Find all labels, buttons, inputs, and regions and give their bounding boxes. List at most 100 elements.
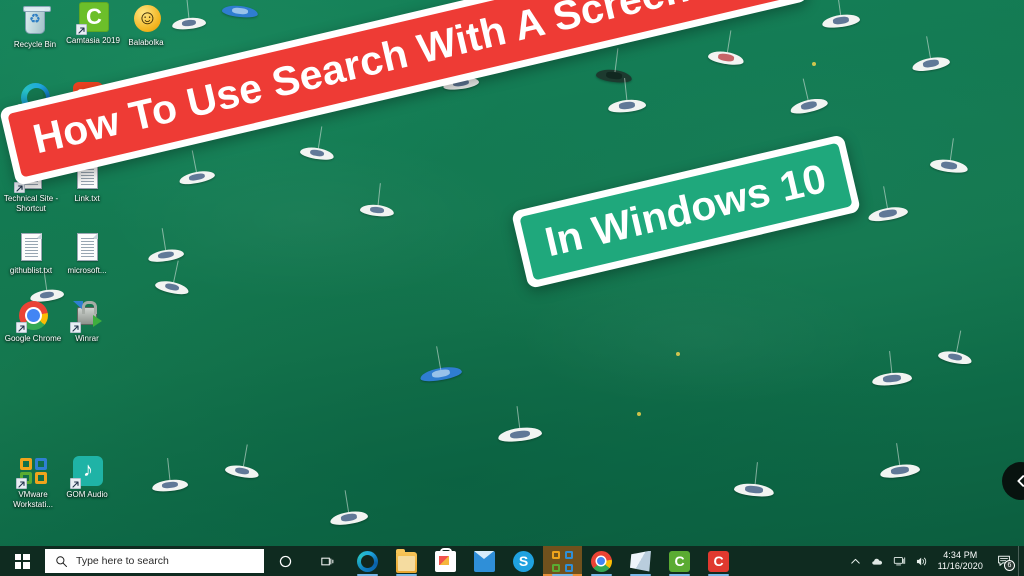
text-file-icon (15, 232, 47, 264)
mail-icon (474, 550, 495, 572)
desktop-icon-label: Winrar (75, 334, 99, 343)
tray-network-button[interactable] (889, 546, 911, 576)
cloud-icon (872, 558, 883, 565)
recycle-bin-icon (19, 6, 51, 38)
taskbar-app-vmware-workstation[interactable] (543, 546, 582, 576)
vmware-icon (16, 456, 49, 489)
wallpaper-boat (419, 346, 463, 384)
windows-logo-icon (14, 553, 30, 569)
system-tray: 4:34 PM 11/16/2020 6 (845, 546, 1024, 576)
wallpaper-buoy (637, 412, 641, 416)
tray-overflow-button[interactable] (845, 546, 867, 576)
taskbar-app-camtasia-recorder[interactable] (699, 546, 738, 576)
desktop-icon-vmware-workstation[interactable]: VMware Workstati... (2, 456, 64, 509)
wallpaper-boat (151, 458, 189, 493)
camtasia-green-icon (669, 550, 690, 572)
wallpaper-boat (329, 490, 369, 527)
wallpaper-boat (595, 48, 633, 85)
vmware-icon (552, 550, 573, 572)
cortana-circle-icon (279, 555, 291, 567)
skype-icon (513, 550, 534, 572)
shortcut-arrow-icon (16, 322, 27, 333)
clock-time: 4:34 PM (943, 550, 978, 560)
taskbar-app-skype[interactable] (504, 546, 543, 576)
desktop-icon-label: Technical Site - Shortcut (3, 194, 59, 213)
text-file-icon (71, 232, 103, 264)
taskbar-clock[interactable]: 4:34 PM 11/16/2020 (933, 550, 990, 572)
wallpaper-boat (224, 444, 260, 480)
windows-taskbar: Type here to search S C C 4:34 PM 11/16/… (0, 546, 1024, 576)
wallpaper-boat (299, 126, 335, 162)
desktop-icon-label: Link.txt (74, 194, 100, 203)
wallpaper-boat (147, 228, 185, 264)
search-icon (56, 555, 68, 567)
screen-root: Recycle Bin Camtasia 2019 Balabolka Micr… (0, 0, 1024, 576)
taskbar-app-mail[interactable] (465, 546, 504, 576)
desktop-icon-recycle-bin[interactable]: Recycle Bin (4, 6, 66, 50)
desktop-icon-label: Balabolka (128, 38, 164, 47)
taskbar-app-microsoft-store[interactable] (426, 546, 465, 576)
taskbar-app-snipping-tool[interactable] (621, 546, 660, 576)
show-desktop-button[interactable] (1018, 546, 1024, 576)
google-chrome-icon (16, 300, 49, 333)
taskbar-app-camtasia-studio[interactable] (660, 546, 699, 576)
wallpaper-boat (154, 260, 190, 297)
desktop-icon-label: GOM Audio (66, 490, 108, 499)
desktop-icon-githublist-txt[interactable]: githublist.txt (0, 232, 62, 276)
shortcut-arrow-icon (16, 478, 27, 489)
shortcut-arrow-icon (70, 322, 81, 333)
wallpaper-boat (497, 406, 543, 444)
gom-audio-icon (70, 456, 103, 489)
store-icon (435, 548, 456, 572)
desktop-icon-label: Google Chrome (4, 334, 62, 343)
taskbar-app-google-chrome[interactable] (582, 546, 621, 576)
search-input-placeholder: Type here to search (76, 555, 169, 567)
wallpaper-boat (929, 138, 969, 175)
task-view-icon (320, 557, 333, 565)
desktop-icon-microsoft-txt[interactable]: microsoft... (56, 232, 118, 276)
desktop-icon-google-chrome[interactable]: Google Chrome (2, 300, 64, 344)
shortcut-arrow-icon (70, 478, 81, 489)
camtasia-red-icon (708, 550, 729, 572)
cortana-button[interactable] (264, 546, 306, 576)
taskbar-app-microsoft-edge[interactable] (348, 546, 387, 576)
desktop-icon-winrar[interactable]: Winrar (56, 300, 118, 344)
notification-badge: 6 (1004, 560, 1015, 571)
winrar-icon (70, 300, 103, 333)
wallpaper-boat (871, 351, 913, 388)
balabolka-icon (130, 4, 162, 36)
wallpaper-boat (733, 462, 775, 499)
desktop-icon-label: VMware Workstati... (13, 490, 53, 509)
task-view-button[interactable] (306, 546, 348, 576)
wallpaper-boat (359, 183, 395, 218)
wallpaper-buoy (812, 62, 816, 66)
desktop-icon-label: microsoft... (67, 266, 107, 275)
speaker-icon (917, 557, 927, 565)
taskbar-search-box[interactable]: Type here to search (45, 549, 264, 573)
chevron-left-icon (1017, 475, 1024, 487)
wallpaper-boat (937, 330, 973, 367)
snipping-tool-icon (630, 550, 651, 572)
chevron-up-icon (851, 558, 860, 564)
wallpaper-boat (607, 78, 647, 114)
tray-onedrive-button[interactable] (867, 546, 889, 576)
camtasia-icon (76, 2, 109, 35)
desktop-icon-label: Recycle Bin (13, 40, 57, 49)
wallpaper-boat (178, 150, 216, 187)
start-button[interactable] (0, 546, 44, 576)
wallpaper-boat (867, 186, 909, 224)
wallpaper-boat (221, 4, 259, 19)
edge-icon (357, 550, 378, 572)
action-center-button[interactable]: 6 (990, 546, 1018, 576)
file-explorer-icon (396, 548, 417, 573)
desktop-icon-label: githublist.txt (9, 266, 53, 275)
network-icon (893, 556, 906, 565)
desktop-icon-balabolka[interactable]: Balabolka (115, 4, 177, 48)
wallpaper-boat (911, 36, 951, 74)
shortcut-arrow-icon (76, 24, 87, 35)
taskbar-app-file-explorer[interactable] (387, 546, 426, 576)
clock-date: 11/16/2020 (937, 561, 983, 571)
desktop-icon-gom-audio[interactable]: GOM Audio (56, 456, 118, 500)
tray-volume-button[interactable] (911, 546, 933, 576)
wallpaper-buoy (676, 352, 680, 356)
